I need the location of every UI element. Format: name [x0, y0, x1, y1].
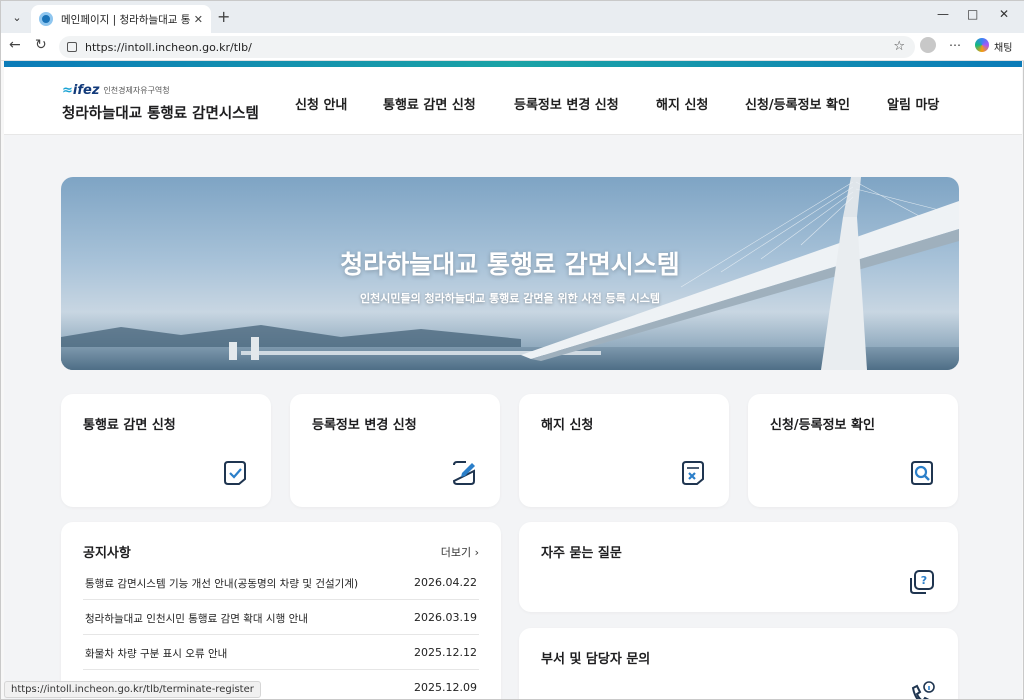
- reload-icon[interactable]: ↻: [35, 37, 47, 53]
- notice-row[interactable]: 통행료 감면시스템 기능 개선 안내(공동명의 차량 및 건설기계) 2026.…: [83, 565, 479, 600]
- nav-notice-board[interactable]: 알림 마당: [887, 94, 939, 113]
- faq-icon: ?: [910, 570, 934, 594]
- site-title[interactable]: 청라하늘대교 통행료 감면시스템: [62, 102, 259, 123]
- maximize-icon[interactable]: □: [967, 7, 978, 21]
- card-faq[interactable]: 자주 묻는 질문 ?: [519, 522, 958, 612]
- check-doc-icon: [224, 461, 246, 485]
- hero-banner: 청라하늘대교 통행료 감면시스템 인천시민들의 청라하늘대교 통행료 감면을 위…: [61, 177, 959, 370]
- notice-row[interactable]: 화물차 차량 구분 표시 오류 안내 2025.12.12: [83, 635, 479, 670]
- phone-info-icon: [911, 681, 935, 699]
- tab-main[interactable]: 메인페이지 | 청라하늘대교 통행료 ✕: [31, 5, 211, 33]
- notice-more-link[interactable]: 더보기 ›: [441, 544, 479, 560]
- copilot-icon[interactable]: [975, 38, 989, 52]
- card-title: 통행료 감면 신청: [83, 418, 176, 433]
- notice-row[interactable]: 청라하늘대교 인천시민 통행료 감면 확대 시행 안내 2026.03.19: [83, 600, 479, 635]
- svg-text:?: ?: [921, 574, 927, 587]
- search-doc-icon: [911, 461, 933, 485]
- notice-date: 2025.12.09: [414, 681, 477, 694]
- lock-icon: [67, 42, 77, 52]
- ifez-logo[interactable]: ≈ifez 인천경제자유구역청: [62, 83, 170, 98]
- window-close-icon[interactable]: ✕: [999, 7, 1009, 21]
- card-title: 부서 및 담당자 문의: [541, 652, 651, 667]
- card-change-registration[interactable]: 등록정보 변경 신청: [290, 394, 500, 507]
- logo-swoosh-icon: ≈: [62, 83, 73, 98]
- logo-sub: 인천경제자유구역청: [103, 86, 170, 95]
- logo-mark: ≈ifez: [62, 83, 99, 98]
- tab-list-icon[interactable]: ⌄: [7, 7, 27, 27]
- card-title: 신청/등록정보 확인: [770, 418, 875, 433]
- notice-date: 2025.12.12: [414, 646, 477, 659]
- notice-text: 통행료 감면시스템 기능 개선 안내(공동명의 차량 및 건설기계): [85, 578, 359, 590]
- nav-change-registration[interactable]: 등록정보 변경 신청: [514, 94, 619, 113]
- notice-text: 청라하늘대교 인천시민 통행료 감면 확대 시행 안내: [85, 613, 308, 625]
- more-link-label: 더보기: [440, 546, 472, 559]
- edit-icon: [452, 461, 475, 485]
- profile-avatar[interactable]: [920, 37, 936, 53]
- close-icon[interactable]: ✕: [194, 13, 203, 26]
- site-favicon-icon: [39, 12, 53, 26]
- notice-title: 공지사항: [83, 546, 131, 561]
- card-title: 자주 묻는 질문: [541, 546, 622, 561]
- status-bar-url: https://intoll.incheon.go.kr/tlb/termina…: [4, 681, 261, 698]
- chevron-right-icon: ›: [474, 546, 479, 559]
- browser-window: ⌄ 메인페이지 | 청라하늘대교 통행료 ✕ + — □ ✕ ← ↻ https…: [0, 0, 1024, 700]
- card-title: 등록정보 변경 신청: [312, 418, 417, 433]
- card-discount-apply[interactable]: 통행료 감면 신청: [61, 394, 271, 507]
- hero-title: 청라하늘대교 통행료 감면시스템: [340, 250, 680, 279]
- address-toolbar: ← ↻ https://intoll.incheon.go.kr/tlb/ ☆: [1, 33, 1024, 61]
- card-title: 해지 신청: [541, 418, 594, 433]
- nav-cancel[interactable]: 해지 신청: [656, 94, 708, 113]
- logo-mark-text: ifez: [72, 83, 100, 98]
- more-icon[interactable]: ⋯: [949, 38, 961, 52]
- tab-title: 메인페이지 | 청라하늘대교 통행료: [61, 13, 190, 26]
- hero-subtitle: 인천시민들의 청라하늘대교 통행료 감면을 위한 사전 등록 시스템: [359, 292, 661, 305]
- url-text: https://intoll.incheon.go.kr/tlb/: [85, 40, 252, 54]
- page-content: ≈ifez 인천경제자유구역청 청라하늘대교 통행료 감면시스템 신청 안내 통…: [4, 61, 1022, 699]
- back-icon[interactable]: ←: [9, 37, 21, 53]
- tab-bar: ⌄ 메인페이지 | 청라하늘대교 통행료 ✕ + — □ ✕: [1, 1, 1024, 33]
- notice-panel: 공지사항 더보기 › 통행료 감면시스템 기능 개선 안내(공동명의 차량 및 …: [61, 522, 501, 699]
- nav-discount-apply[interactable]: 통행료 감면 신청: [383, 94, 476, 113]
- card-cancel[interactable]: 해지 신청: [519, 394, 729, 507]
- copilot-label[interactable]: 채팅: [994, 39, 1012, 54]
- minimize-icon[interactable]: —: [937, 7, 949, 21]
- card-contact[interactable]: 부서 및 담당자 문의: [519, 628, 958, 699]
- new-tab-icon[interactable]: +: [217, 7, 230, 26]
- card-check-registration[interactable]: 신청/등록정보 확인: [748, 394, 958, 507]
- nav-apply-guide[interactable]: 신청 안내: [295, 94, 347, 113]
- cancel-doc-icon: [682, 461, 704, 485]
- address-bar[interactable]: https://intoll.incheon.go.kr/tlb/ ☆: [59, 36, 915, 58]
- site-header: ≈ifez 인천경제자유구역청 청라하늘대교 통행료 감면시스템 신청 안내 통…: [4, 67, 1022, 135]
- notice-text: 화물차 차량 구분 표시 오류 안내: [85, 648, 228, 660]
- nav-check-registration[interactable]: 신청/등록정보 확인: [745, 94, 850, 113]
- star-icon[interactable]: ☆: [893, 39, 905, 54]
- notice-date: 2026.03.19: [414, 611, 477, 624]
- notice-date: 2026.04.22: [414, 576, 477, 589]
